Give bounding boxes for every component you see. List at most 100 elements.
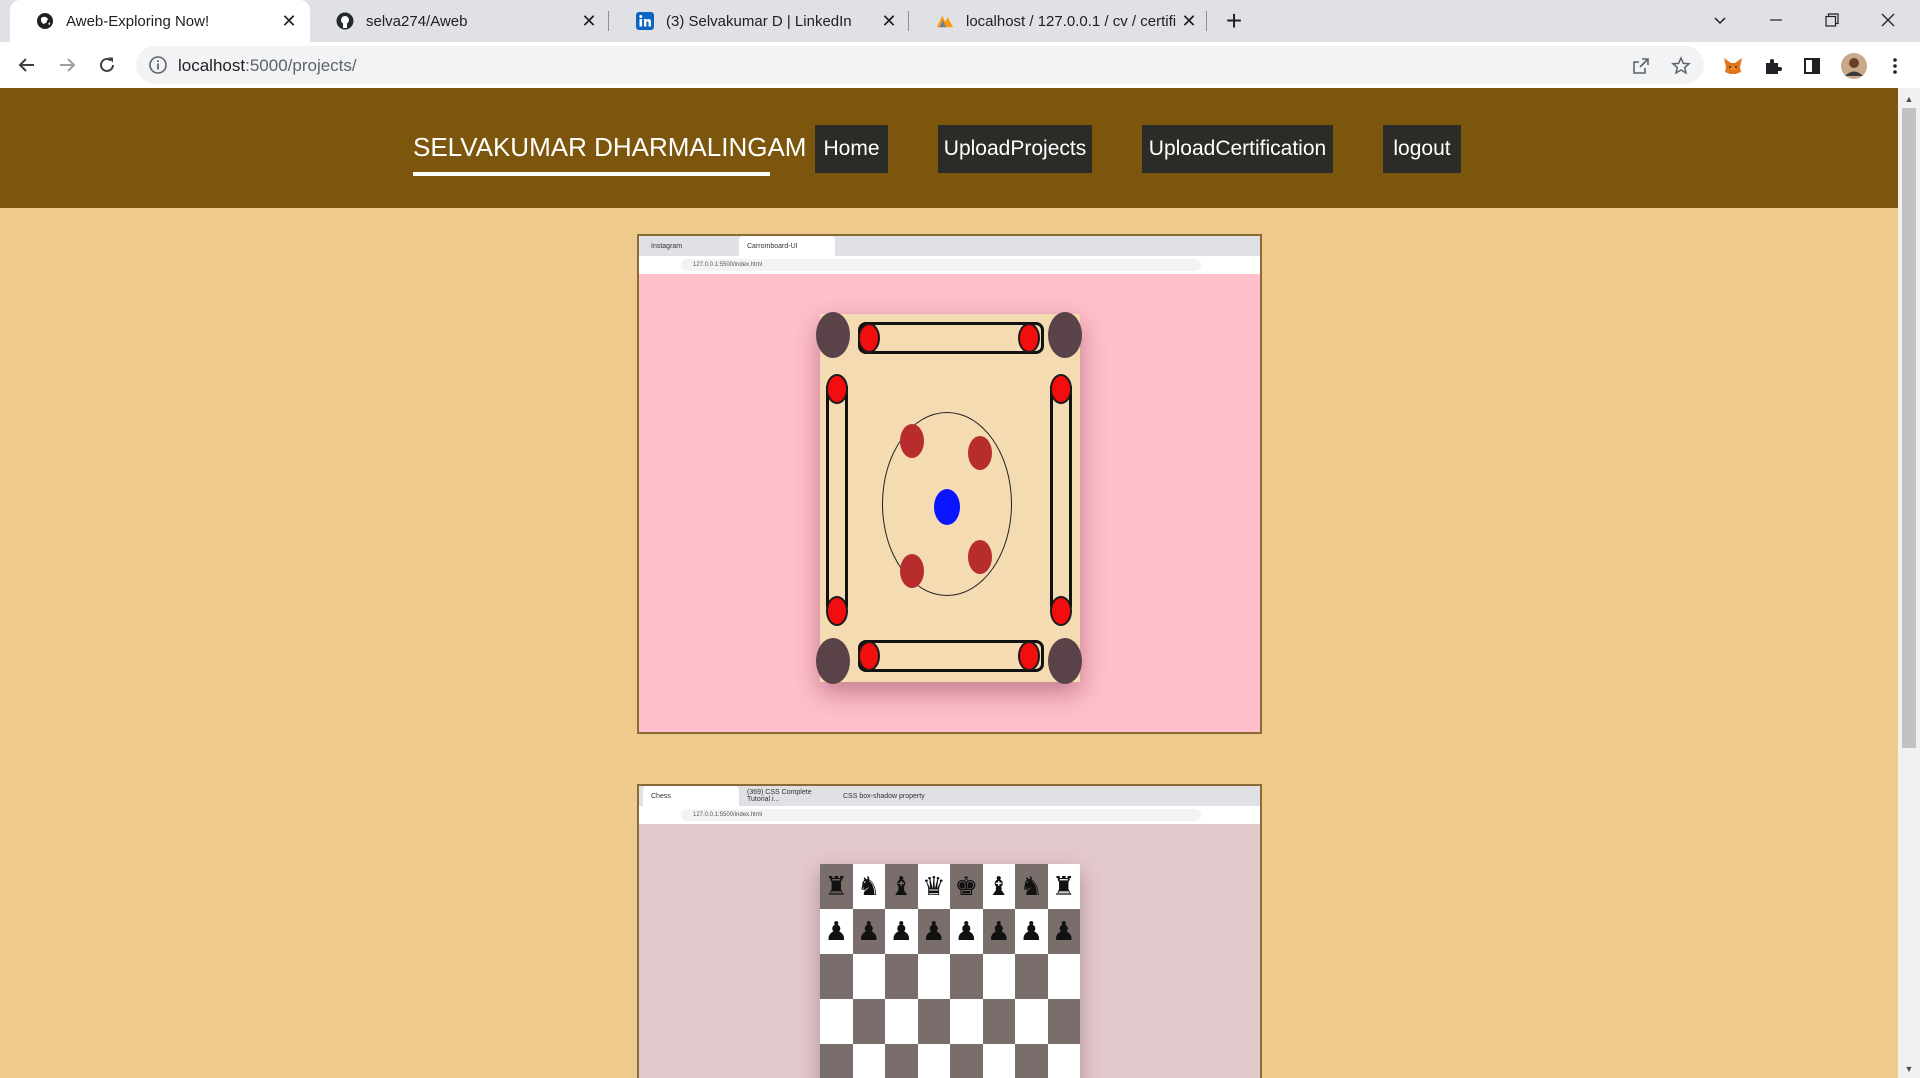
scroll-up-arrow-icon[interactable]: ▲ xyxy=(1898,90,1920,108)
new-tab-button[interactable]: + xyxy=(1218,5,1250,37)
pocket xyxy=(1048,638,1082,684)
forward-icon[interactable] xyxy=(51,49,83,81)
tab-phpmyadmin[interactable]: localhost / 127.0.0.1 / cv / certific ✕ xyxy=(910,0,1210,42)
back-icon[interactable] xyxy=(11,49,43,81)
page-content: SELVAKUMAR DHARMALINGAM Home UploadProje… xyxy=(0,88,1898,1078)
chess-piece-square: ♟ xyxy=(885,909,918,954)
brand-name[interactable]: SELVAKUMAR DHARMALINGAM xyxy=(413,132,806,163)
url-text[interactable]: localhost:5000/projects/ xyxy=(178,56,357,76)
tab-separator xyxy=(608,11,609,31)
screenshot-tab: CSS box-shadow property xyxy=(843,792,925,800)
chess-square xyxy=(917,954,950,999)
screenshot-url: 127.0.0.1:5500/index.html xyxy=(681,809,1201,821)
nav-upload-projects-button[interactable]: UploadProjects xyxy=(938,125,1092,173)
chess-piece-square: ♟ xyxy=(852,909,885,954)
chess-piece-square: ♟ xyxy=(982,909,1015,954)
baseline-bottom xyxy=(858,640,1044,672)
tab-aweb[interactable]: Aweb-Exploring Now! ✕ xyxy=(10,0,310,42)
tab-title: localhost / 127.0.0.1 / cv / certific xyxy=(966,12,1176,30)
tab-title: (3) Selvakumar D | LinkedIn xyxy=(666,12,852,30)
browser-tab-strip: Aweb-Exploring Now! ✕ selva274/Aweb ✕ (3… xyxy=(0,0,1920,42)
tab-github[interactable]: selva274/Aweb ✕ xyxy=(310,0,610,42)
chess-piece-square: ♞ xyxy=(852,864,885,909)
close-tab-icon[interactable]: ✕ xyxy=(876,8,902,34)
carrom-striker xyxy=(934,489,960,525)
minimize-icon[interactable] xyxy=(1748,0,1804,40)
restore-icon[interactable] xyxy=(1804,0,1860,40)
tab-title: Aweb-Exploring Now! xyxy=(66,12,210,30)
pocket xyxy=(816,312,850,358)
address-bar[interactable]: localhost:5000/projects/ xyxy=(136,46,1704,84)
screenshot-tab: (369) CSS Complete Tutorial i... xyxy=(747,789,812,803)
metamask-fox-icon[interactable] xyxy=(1722,55,1744,77)
tab-linkedin[interactable]: (3) Selvakumar D | LinkedIn ✕ xyxy=(610,0,910,42)
nav-logout-button[interactable]: logout xyxy=(1383,125,1461,173)
share-icon[interactable] xyxy=(1630,55,1652,77)
baseline-dot xyxy=(1018,641,1040,671)
nav-upload-certification-button[interactable]: UploadCertification xyxy=(1142,125,1333,173)
baseline-left xyxy=(826,380,848,614)
chess-piece-square: ♝ xyxy=(885,864,918,909)
chess-background: ♜ ♞ ♝ ♛ ♚ ♝ ♞ ♜ ♟ ♟ ♟ ♟ ♟ ♟ ♟ ♟ xyxy=(639,824,1260,1078)
site-info-icon[interactable] xyxy=(148,55,168,75)
reload-icon[interactable] xyxy=(91,49,123,81)
profile-avatar[interactable] xyxy=(1841,53,1867,79)
chess-square xyxy=(950,999,983,1044)
close-window-icon[interactable] xyxy=(1860,0,1916,40)
screenshot-tab-strip: Chess (369) CSS Complete Tutorial i... C… xyxy=(639,786,1260,806)
tab-separator xyxy=(1206,11,1207,31)
carrom-coin xyxy=(900,424,924,458)
brand-underline xyxy=(413,172,770,176)
chess-piece-square: ♜ xyxy=(1047,864,1080,909)
tab-search-icon[interactable] xyxy=(1692,0,1748,40)
close-tab-icon[interactable]: ✕ xyxy=(1176,8,1202,34)
chess-square xyxy=(1047,999,1080,1044)
chess-piece-square: ♛ xyxy=(917,864,950,909)
chess-piece-square: ♟ xyxy=(1015,909,1048,954)
project-image-chess[interactable]: Chess (369) CSS Complete Tutorial i... C… xyxy=(637,784,1262,1078)
side-panel-icon[interactable] xyxy=(1801,55,1823,77)
browser-toolbar: localhost:5000/projects/ xyxy=(0,42,1920,88)
chess-piece-square: ♜ xyxy=(820,864,853,909)
chess-piece-square: ♟ xyxy=(917,909,950,954)
screenshot-tab: Instagram xyxy=(651,242,683,250)
chess-square xyxy=(820,999,853,1044)
chess-square xyxy=(820,1044,853,1078)
more-menu-icon[interactable] xyxy=(1884,55,1906,77)
close-tab-icon[interactable]: ✕ xyxy=(276,8,302,34)
chess-square xyxy=(852,954,885,999)
chess-piece-square: ♚ xyxy=(950,864,983,909)
chess-square xyxy=(1047,954,1080,999)
carrom-background xyxy=(639,274,1260,732)
baseline-top xyxy=(858,322,1044,354)
screenshot-tab: Chess xyxy=(643,786,739,806)
screenshot-tab-strip: Instagram Carromboard-UI xyxy=(639,236,1260,256)
screenshot-tab: Carromboard-UI xyxy=(739,236,835,256)
bookmark-star-icon[interactable] xyxy=(1670,55,1692,77)
chess-piece-square: ♟ xyxy=(950,909,983,954)
chess-square xyxy=(917,999,950,1044)
baseline-dot xyxy=(858,323,880,353)
extensions-puzzle-icon[interactable] xyxy=(1762,55,1784,77)
scrollbar-thumb[interactable] xyxy=(1902,108,1916,748)
chess-piece-square: ♟ xyxy=(1047,909,1080,954)
tab-title: selva274/Aweb xyxy=(366,12,468,30)
site-navbar: SELVAKUMAR DHARMALINGAM Home UploadProje… xyxy=(0,88,1898,208)
project-image-carrom[interactable]: Instagram Carromboard-UI 127.0.0.1:5500/… xyxy=(637,234,1262,734)
chess-square xyxy=(820,954,853,999)
baseline-dot xyxy=(826,374,848,404)
baseline-dot xyxy=(1018,323,1040,353)
close-tab-icon[interactable]: ✕ xyxy=(576,8,602,34)
carrom-board xyxy=(816,312,1082,684)
globe-icon xyxy=(36,12,54,30)
chess-square xyxy=(950,954,983,999)
screenshot-address-bar: 127.0.0.1:5500/index.html xyxy=(639,806,1260,824)
chess-square xyxy=(917,1044,950,1078)
scroll-down-arrow-icon[interactable]: ▼ xyxy=(1898,1060,1920,1078)
baseline-right xyxy=(1050,380,1072,614)
nav-home-button[interactable]: Home xyxy=(815,125,888,173)
url-path: :5000/projects/ xyxy=(245,56,357,75)
baseline-dot xyxy=(826,596,848,626)
chess-piece-square: ♟ xyxy=(820,909,853,954)
screenshot-url: 127.0.0.1:5500/index.html xyxy=(681,259,1201,271)
